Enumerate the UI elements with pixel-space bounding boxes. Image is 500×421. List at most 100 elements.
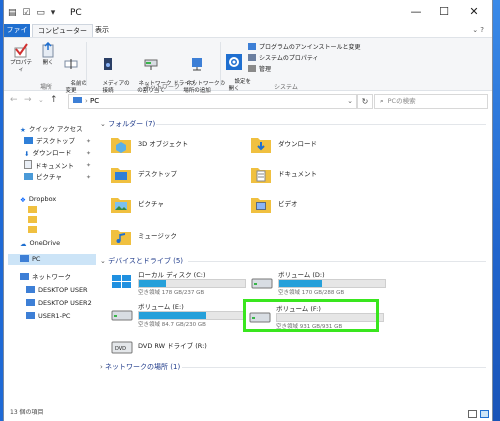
minimize-button[interactable]: —	[406, 5, 426, 18]
search-input[interactable]: ⌕ PCの検索	[374, 94, 488, 109]
open-icon	[42, 42, 54, 58]
manage-label: 管理	[259, 66, 272, 73]
up-button[interactable]: ↑	[50, 95, 58, 105]
tab-view[interactable]: 表示	[90, 24, 114, 37]
group-location-label: 場所	[40, 84, 53, 91]
nav-quick-access[interactable]: ★ クイック アクセス	[20, 124, 83, 135]
nav-network-computer[interactable]: USER1-PC	[26, 311, 70, 322]
status-bar: 13 個の項目	[4, 404, 492, 421]
nav-network-computer[interactable]: DESKTOP USER2	[26, 298, 92, 309]
address-row: ← → ⌄ ↑ › PC ⌄ ↻ ⌕ PCの検索	[4, 92, 492, 109]
pc-icon	[20, 255, 29, 262]
details-view-icon[interactable]	[468, 410, 477, 418]
properties-button[interactable]: プロパティ	[8, 42, 34, 74]
address-bar[interactable]: › PC ⌄	[68, 94, 357, 109]
group-separator	[220, 42, 221, 86]
folder-label: ミュージック	[138, 232, 177, 240]
music-folder-icon	[111, 230, 131, 245]
nav-pc[interactable]: PC	[8, 254, 96, 265]
group-system-label: システム	[274, 84, 298, 91]
expand-icon[interactable]: ›	[100, 363, 103, 371]
nav-documents[interactable]: ドキュメント	[24, 160, 74, 171]
drive-name: ボリューム (E:)	[138, 303, 184, 311]
nav-network-computer[interactable]: DESKTOP USER	[26, 285, 88, 296]
refresh-button[interactable]: ↻	[357, 94, 373, 109]
manage-icon	[248, 65, 256, 72]
open-settings-button[interactable]: 設定を 開く	[224, 40, 251, 100]
search-placeholder: PCの検索	[387, 97, 416, 105]
nav-dropbox-folder[interactable]	[28, 225, 40, 236]
windows-drive-icon	[112, 275, 131, 288]
group-separator	[86, 42, 87, 86]
item-count: 13 個の項目	[10, 409, 44, 416]
collapse-icon[interactable]: ⌄	[100, 120, 106, 128]
nav-network-computer-label: DESKTOP USER	[38, 286, 88, 294]
nav-onedrive-label: OneDrive	[29, 239, 61, 247]
tab-file[interactable]: ファイル	[4, 24, 30, 47]
open-button[interactable]: 開く	[38, 42, 58, 67]
network-drive-icon	[144, 59, 158, 70]
programs-icon	[248, 43, 256, 50]
recent-locations-button[interactable]: ⌄	[38, 96, 44, 104]
ribbon-tabs: ファイル コンピューター 表示 ⌄ ?	[4, 24, 492, 47]
folder-icon	[28, 206, 37, 213]
drive-dvd[interactable]: DVD DVD RW ドライブ (R:)	[110, 334, 248, 364]
nav-desktop[interactable]: デスクトップ	[24, 136, 75, 147]
pin-icon[interactable]: ✦	[86, 174, 91, 181]
system-properties-item[interactable]: システムのプロパティ	[248, 53, 318, 62]
nav-pictures[interactable]: ピクチャ	[24, 172, 62, 183]
hard-drive-icon	[251, 278, 273, 289]
pictures-folder-icon	[111, 198, 131, 213]
nav-dropbox[interactable]: ❖ Dropbox	[20, 194, 56, 205]
network-locations-header[interactable]: › ネットワークの場所 (1)	[100, 362, 180, 372]
title-bar[interactable]: ▤ ☑ ▭ ▾ PC — ☐ ✕	[4, 0, 492, 26]
dropbox-icon: ❖	[20, 196, 26, 204]
system-properties-label: システムのプロパティ	[259, 55, 319, 62]
collapse-icon[interactable]: ⌄	[100, 257, 106, 265]
nav-onedrive[interactable]: ☁ OneDrive	[20, 238, 60, 249]
dvd-drive-icon: DVD	[111, 341, 133, 354]
open-settings-label: 設定を 開く	[228, 79, 252, 92]
folder-small-icon[interactable]: ▤	[8, 8, 17, 18]
folder-icon	[28, 216, 37, 223]
drive-e[interactable]: ボリューム (E:) 空き領域 84.7 GB/230 GB	[110, 301, 248, 331]
large-icons-view-icon[interactable]	[480, 410, 489, 418]
back-button[interactable]: ←	[10, 95, 18, 105]
nav-network[interactable]: ネットワーク	[20, 272, 71, 283]
network-icon	[20, 273, 29, 280]
section-divider	[188, 261, 486, 262]
pin-icon[interactable]: ✦	[86, 162, 91, 169]
open-label: 開く	[42, 60, 54, 66]
drive-usage-fill	[279, 280, 323, 287]
network-location-icon	[192, 58, 202, 71]
close-button[interactable]: ✕	[464, 5, 484, 18]
folders-section-header[interactable]: ⌄ フォルダー (7)	[100, 119, 155, 129]
nav-pictures-label: ピクチャ	[36, 173, 62, 181]
drive-space: 空き領域 178 GB/237 GB	[138, 290, 205, 296]
media-icon	[104, 58, 112, 70]
properties-small-icon[interactable]: ☑	[22, 8, 30, 18]
pin-icon[interactable]: ✦	[86, 138, 91, 145]
drive-usage-bar	[138, 311, 246, 320]
explorer-window: ▤ ☑ ▭ ▾ PC — ☐ ✕ ファイル コンピューター 表示 ⌄ ? プロパ…	[4, 0, 492, 421]
nav-downloads[interactable]: ⬇ ダウンロード	[24, 148, 71, 159]
devices-section-header[interactable]: ⌄ デバイスとドライブ (5)	[100, 256, 183, 266]
tab-computer[interactable]: コンピューター	[32, 24, 93, 37]
nav-network-computer-label: DESKTOP USER2	[38, 299, 92, 307]
svg-text:DVD: DVD	[115, 346, 126, 352]
pin-icon[interactable]: ✦	[86, 150, 91, 157]
manage-item[interactable]: 管理	[248, 64, 271, 73]
section-divider	[156, 124, 486, 125]
uninstall-programs-item[interactable]: プログラムのアンインストールと変更	[248, 42, 360, 51]
address-dropdown-icon[interactable]: ⌄	[347, 95, 353, 108]
drive-d[interactable]: ボリューム (D:) 空き領域 170 GB/288 GB	[250, 269, 388, 299]
drive-c[interactable]: ローカル ディスク (C:) 空き領域 178 GB/237 GB	[110, 269, 248, 299]
hard-drive-icon	[111, 310, 133, 321]
new-folder-small-icon[interactable]: ▭	[36, 8, 45, 18]
checkmark-icon	[14, 43, 28, 58]
ribbon-expand-icon[interactable]: ⌄ ?	[472, 26, 484, 34]
dropdown-icon[interactable]: ▾	[51, 8, 56, 18]
maximize-button[interactable]: ☐	[434, 5, 454, 18]
address-path[interactable]: PC	[90, 97, 99, 105]
forward-button[interactable]: →	[24, 95, 32, 105]
